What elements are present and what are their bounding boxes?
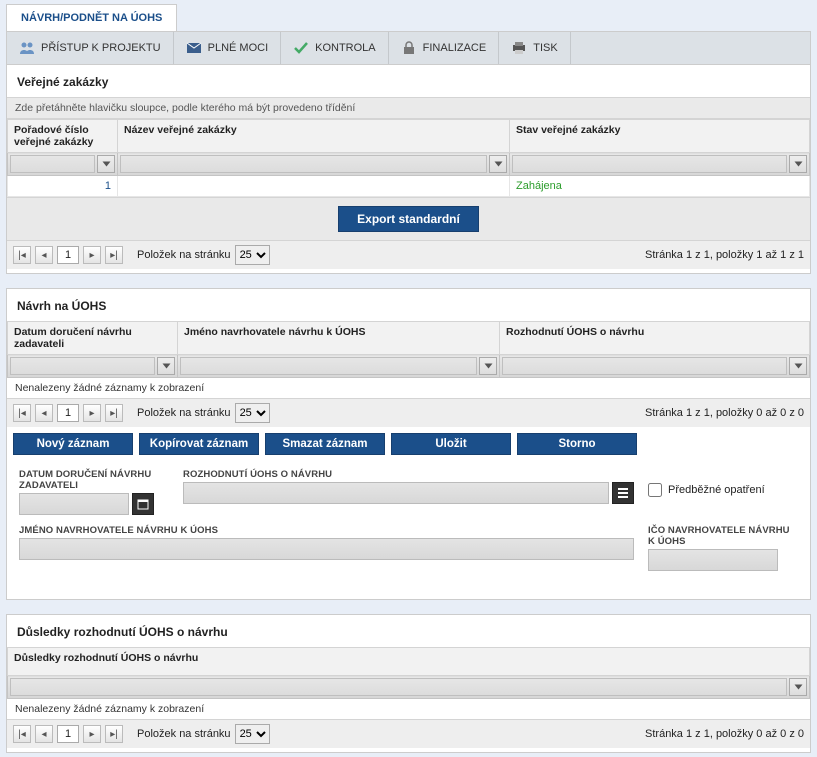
per-page-label: Položek na stránku — [137, 728, 231, 740]
new-record-button[interactable]: Nový záznam — [13, 433, 133, 455]
section-title-dusledky: Důsledky rozhodnutí ÚOHS o návrhu — [7, 615, 810, 647]
precaution-checkbox[interactable] — [648, 483, 662, 497]
date-field[interactable] — [19, 493, 129, 515]
section-title-navrh: Návrh na ÚOHS — [7, 289, 810, 321]
filter-date-menu[interactable] — [157, 357, 175, 375]
pager-last[interactable]: ▸| — [105, 404, 123, 422]
toolbar-print-label: TISK — [533, 42, 557, 54]
filter-status-input[interactable] — [512, 155, 787, 173]
filter-seq-menu[interactable] — [97, 155, 115, 173]
filter-dusledky-input[interactable] — [10, 678, 787, 696]
decision-field-label: ROZHODNUTÍ ÚOHS O NÁVRHU — [183, 469, 634, 480]
col-decision[interactable]: Rozhodnutí ÚOHS o návrhu — [500, 322, 810, 355]
envelope-icon — [186, 40, 202, 56]
per-page-label: Položek na stránku — [137, 407, 231, 419]
col-name[interactable]: Název veřejné zakázky — [118, 120, 510, 153]
table-row[interactable]: 1 Zahájena — [8, 176, 810, 197]
pager-page[interactable]: 1 — [57, 404, 79, 422]
pager-prev[interactable]: ◂ — [35, 246, 53, 264]
applicant-name-field[interactable] — [19, 538, 634, 560]
pager-last[interactable]: ▸| — [105, 725, 123, 743]
filter-applicant-menu[interactable] — [479, 357, 497, 375]
people-icon — [19, 40, 35, 56]
calendar-icon[interactable] — [132, 493, 154, 515]
pager-next[interactable]: ▸ — [83, 246, 101, 264]
group-hint: Zde přetáhněte hlavičku sloupce, podle k… — [7, 97, 810, 119]
toolbar: PŘÍSTUP K PROJEKTU PLNÉ MOCI KONTROLA FI… — [6, 31, 811, 65]
toolbar-check[interactable]: KONTROLA — [281, 32, 389, 64]
pager-info: Stránka 1 z 1, položky 1 až 1 z 1 — [645, 249, 804, 261]
pager-last[interactable]: ▸| — [105, 246, 123, 264]
col-applicant[interactable]: Jméno navrhovatele návrhu k ÚOHS — [178, 322, 500, 355]
pager-first[interactable]: |◂ — [13, 725, 31, 743]
filter-seq-input[interactable] — [10, 155, 95, 173]
filter-name-input[interactable] — [120, 155, 487, 173]
pager-page[interactable]: 1 — [57, 246, 79, 264]
pager-prev[interactable]: ◂ — [35, 404, 53, 422]
pager-info: Stránka 1 z 1, položky 0 až 0 z 0 — [645, 728, 804, 740]
col-status[interactable]: Stav veřejné zakázky — [510, 120, 810, 153]
export-button[interactable]: Export standardní — [338, 206, 479, 232]
pager-first[interactable]: |◂ — [13, 246, 31, 264]
pager-first[interactable]: |◂ — [13, 404, 31, 422]
decision-field[interactable] — [183, 482, 609, 504]
pager-1: |◂ ◂ 1 ▸ ▸| Položek na stránku 25 Stránk… — [7, 240, 810, 269]
ico-field[interactable] — [648, 549, 778, 571]
delete-record-button[interactable]: Smazat záznam — [265, 433, 385, 455]
col-seq[interactable]: Pořadové číslo veřejné zakázky — [8, 120, 118, 153]
ico-label: IČO NAVRHOVATELE NÁVRHU K ÚOHS — [648, 525, 798, 547]
filter-decision-menu[interactable] — [789, 357, 807, 375]
pager-page[interactable]: 1 — [57, 725, 79, 743]
save-button[interactable]: Uložit — [391, 433, 511, 455]
lock-icon — [401, 40, 417, 56]
per-page-select[interactable]: 25 — [235, 403, 270, 423]
col-date[interactable]: Datum doručení návrhu zadavateli — [8, 322, 178, 355]
filter-date-input[interactable] — [10, 357, 155, 375]
toolbar-finalize[interactable]: FINALIZACE — [389, 32, 500, 64]
per-page-select[interactable]: 25 — [235, 245, 270, 265]
copy-record-button[interactable]: Kopírovat záznam — [139, 433, 259, 455]
cancel-button[interactable]: Storno — [517, 433, 637, 455]
table-verejne-zakazky: Pořadové číslo veřejné zakázky Název veř… — [7, 119, 810, 197]
date-field-label: DATUM DORUČENÍ NÁVRHU ZADAVATELI — [19, 469, 169, 491]
pager-next[interactable]: ▸ — [83, 725, 101, 743]
check-icon — [293, 40, 309, 56]
col-dusledky[interactable]: Důsledky rozhodnutí ÚOHS o návrhu — [8, 648, 810, 676]
per-page-select[interactable]: 25 — [235, 724, 270, 744]
toolbar-access[interactable]: PŘÍSTUP K PROJEKTU — [7, 32, 174, 64]
toolbar-finalize-label: FINALIZACE — [423, 42, 487, 54]
pager-prev[interactable]: ◂ — [35, 725, 53, 743]
main-tab[interactable]: NÁVRH/PODNĚT NA ÚOHS — [6, 4, 177, 31]
precaution-label: Předběžné opatření — [668, 484, 765, 496]
pager-3: |◂ ◂ 1 ▸ ▸| Položek na stránku 25 Stránk… — [7, 719, 810, 748]
pager-next[interactable]: ▸ — [83, 404, 101, 422]
toolbar-powers-label: PLNÉ MOCI — [208, 42, 269, 54]
toolbar-access-label: PŘÍSTUP K PROJEKTU — [41, 42, 161, 54]
no-records-navrh: Nenalezeny žádné záznamy k zobrazení — [7, 378, 810, 398]
cell-seq: 1 — [8, 176, 118, 197]
filter-status-menu[interactable] — [789, 155, 807, 173]
cell-name — [118, 176, 510, 197]
list-picker-icon[interactable] — [612, 482, 634, 504]
filter-applicant-input[interactable] — [180, 357, 477, 375]
cell-status: Zahájena — [510, 176, 810, 197]
toolbar-check-label: KONTROLA — [315, 42, 376, 54]
no-records-dusledky: Nenalezeny žádné záznamy k zobrazení — [7, 699, 810, 719]
applicant-name-label: JMÉNO NAVRHOVATELE NÁVRHU K ÚOHS — [19, 525, 634, 536]
toolbar-print[interactable]: TISK — [499, 32, 570, 64]
toolbar-powers[interactable]: PLNÉ MOCI — [174, 32, 282, 64]
filter-name-menu[interactable] — [489, 155, 507, 173]
pager-2: |◂ ◂ 1 ▸ ▸| Položek na stránku 25 Stránk… — [7, 398, 810, 427]
print-icon — [511, 40, 527, 56]
per-page-label: Položek na stránku — [137, 249, 231, 261]
filter-dusledky-menu[interactable] — [789, 678, 807, 696]
section-title-verejne-zakazky: Veřejné zakázky — [7, 65, 810, 97]
filter-decision-input[interactable] — [502, 357, 787, 375]
table-navrh: Datum doručení návrhu zadavateli Jméno n… — [7, 321, 810, 378]
pager-info: Stránka 1 z 1, položky 0 až 0 z 0 — [645, 407, 804, 419]
table-dusledky: Důsledky rozhodnutí ÚOHS o návrhu — [7, 647, 810, 699]
